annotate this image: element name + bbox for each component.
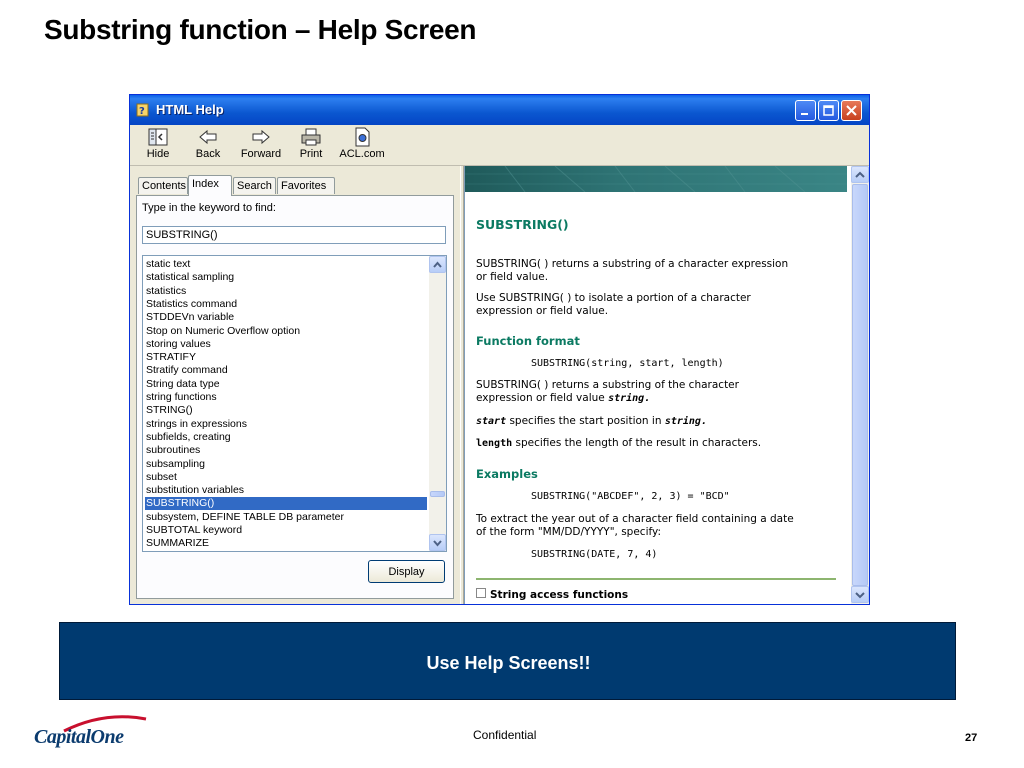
intro-line-2: or field value.: [476, 271, 549, 283]
maximize-button[interactable]: [818, 100, 839, 121]
tab-contents[interactable]: Contents: [138, 177, 188, 194]
acl-com-button[interactable]: ACL.com: [338, 127, 386, 163]
section-divider: [476, 578, 836, 580]
page-number: 27: [965, 732, 978, 744]
navigation-pane: Contents Index Search Favorites Type in …: [130, 166, 460, 604]
index-item[interactable]: statistics: [145, 285, 427, 298]
print-button[interactable]: Print: [299, 127, 323, 163]
index-item[interactable]: SUMMARIZE: [145, 537, 427, 550]
returns-line-1: SUBSTRING( ) returns a substring of the …: [476, 379, 739, 391]
confidential-label: Confidential: [473, 728, 537, 742]
index-item[interactable]: strings in expressions: [145, 418, 427, 431]
length-description: length specifies the length of the resul…: [476, 437, 762, 449]
intro-line-1: SUBSTRING( ) returns a substring of a ch…: [476, 258, 789, 270]
examples-heading: Examples: [476, 467, 538, 481]
topic-heading: SUBSTRING(): [476, 217, 569, 232]
index-item[interactable]: STRING(): [145, 404, 427, 417]
logo-text: CapitalOne: [34, 726, 124, 748]
index-item[interactable]: Statistics command: [145, 298, 427, 311]
chevron-down-icon: [855, 592, 865, 599]
index-item[interactable]: Stop on Numeric Overflow option: [145, 325, 427, 338]
returns-line-2: expression or field value string.: [476, 392, 651, 404]
index-item[interactable]: subsystem, DEFINE TABLE DB parameter: [145, 511, 427, 524]
window-title: HTML Help: [156, 102, 224, 117]
use-line-2: expression or field value.: [476, 305, 609, 317]
forward-button[interactable]: Forward: [240, 127, 282, 163]
help-toolbar: Hide Back Forward Print ACL.com: [130, 125, 869, 166]
index-tab-panel: Type in the keyword to find: static text…: [136, 195, 454, 599]
capital-one-logo: CapitalOne: [34, 713, 152, 757]
window-titlebar[interactable]: ? HTML Help: [130, 95, 869, 125]
index-item[interactable]: string functions: [145, 391, 427, 404]
index-item[interactable]: String data type: [145, 378, 427, 391]
topic-pane: SUBSTRING() SUBSTRING( ) returns a subst…: [464, 166, 869, 604]
close-button[interactable]: [841, 100, 862, 121]
minimize-button[interactable]: [795, 100, 816, 121]
topic-banner: [465, 166, 847, 192]
extract-line-2: of the form "MM/DD/YYYY", specify:: [476, 526, 661, 538]
display-button[interactable]: Display: [368, 560, 445, 583]
index-item[interactable]: substitution variables: [145, 484, 427, 497]
index-item[interactable]: subfields, creating: [145, 431, 427, 444]
index-item[interactable]: Stratify command: [145, 364, 427, 377]
web-page-icon: [355, 127, 370, 147]
index-item[interactable]: SUBTOTAL keyword: [145, 524, 427, 537]
index-item[interactable]: statistical sampling: [145, 271, 427, 284]
scroll-down-button[interactable]: [429, 534, 446, 551]
index-item[interactable]: subsampling: [145, 458, 427, 471]
related-topic[interactable]: String access functions: [476, 588, 628, 602]
index-item[interactable]: SUBSTRING(): [145, 497, 427, 511]
cta-banner: Use Help Screens!!: [59, 622, 956, 700]
svg-text:?: ?: [139, 106, 145, 117]
chevron-up-icon: [855, 171, 865, 178]
index-item[interactable]: storing values: [145, 338, 427, 351]
related-toggle-icon: [476, 588, 486, 598]
function-format-heading: Function format: [476, 334, 580, 348]
example-code-1: SUBSTRING("ABCDEF", 2, 3) = "BCD": [531, 491, 730, 502]
back-arrow-icon: [199, 129, 217, 145]
use-line-1: Use SUBSTRING( ) to isolate a portion of…: [476, 292, 751, 304]
hide-icon: [148, 128, 168, 146]
topic-scrollbar[interactable]: [851, 166, 869, 604]
chevron-up-icon: [433, 261, 442, 268]
function-format-code: SUBSTRING(string, start, length): [531, 358, 724, 369]
banner-graphic: [465, 166, 847, 192]
tab-favorites[interactable]: Favorites: [277, 177, 335, 194]
scroll-up-button[interactable]: [429, 256, 446, 273]
minimize-icon: [801, 113, 808, 115]
back-button[interactable]: Back: [193, 127, 223, 163]
chevron-down-icon: [433, 540, 442, 547]
cta-text: Use Help Screens!!: [426, 653, 591, 673]
scroll-thumb[interactable]: [430, 491, 445, 497]
forward-arrow-icon: [252, 129, 270, 145]
hide-button[interactable]: Hide: [145, 127, 171, 163]
keyword-input[interactable]: [142, 226, 446, 244]
maximize-icon: [823, 105, 834, 116]
index-item[interactable]: subset: [145, 471, 427, 484]
html-help-window: ? HTML Help Hide Back Forward Print ACL.…: [129, 94, 870, 605]
tab-index[interactable]: Index: [188, 175, 232, 196]
index-item[interactable]: STDDEVn variable: [145, 311, 427, 324]
close-icon: [846, 105, 857, 116]
topic-scroll-up-button[interactable]: [851, 166, 869, 183]
keyword-label: Type in the keyword to find:: [142, 202, 276, 214]
printer-icon: [301, 128, 321, 146]
index-item[interactable]: STRATIFY: [145, 351, 427, 364]
slide-title: Substring function – Help Screen: [44, 14, 477, 45]
extract-line-1: To extract the year out of a character f…: [476, 513, 794, 525]
index-list-scrollbar[interactable]: [429, 256, 446, 551]
example-code-2: SUBSTRING(DATE, 7, 4): [531, 549, 658, 560]
index-item[interactable]: static text: [145, 258, 427, 271]
tab-search[interactable]: Search: [233, 177, 276, 194]
index-list[interactable]: static text statistical sampling statistic…: [142, 255, 447, 552]
index-item[interactable]: subroutines: [145, 444, 427, 457]
start-description: start specifies the start position in st…: [476, 415, 707, 427]
help-book-icon: ?: [136, 103, 149, 117]
topic-scroll-thumb[interactable]: [852, 184, 868, 586]
topic-scroll-down-button[interactable]: [851, 586, 869, 603]
